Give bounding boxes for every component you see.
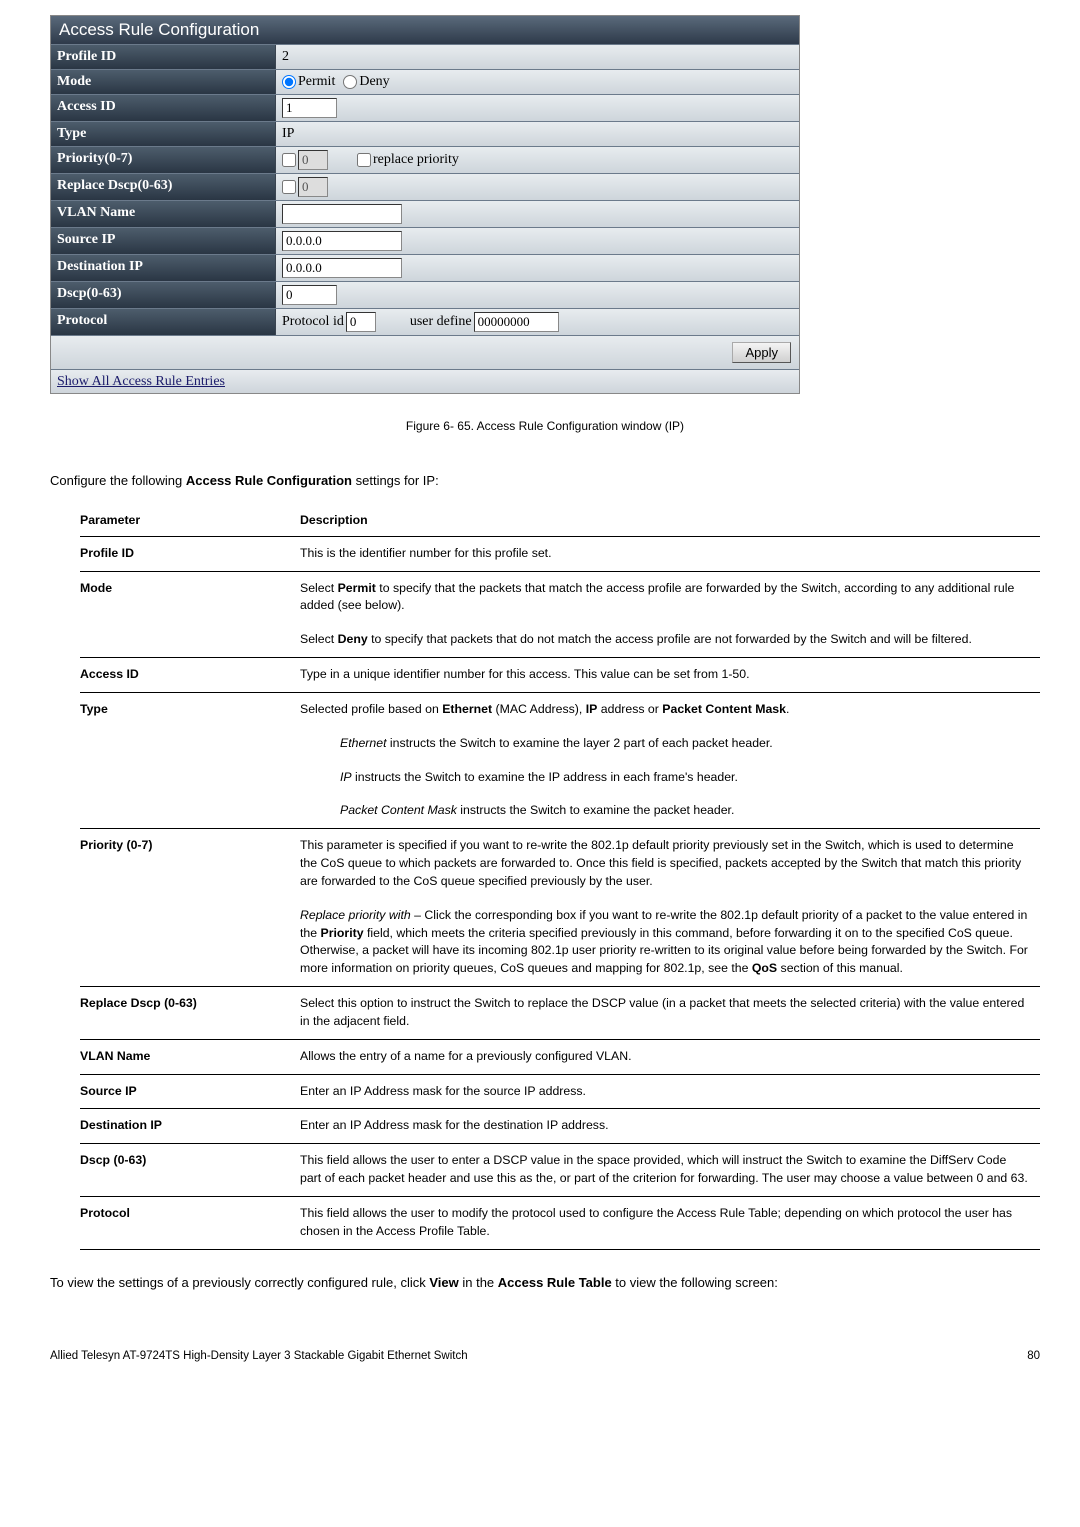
- show-all-link[interactable]: Show All Access Rule Entries: [57, 374, 225, 389]
- row-mode-desc2: Select Deny to specify that packets that…: [300, 623, 1040, 657]
- figure-caption: Figure 6- 65. Access Rule Configuration …: [50, 419, 1040, 433]
- row-priority-p2: Replace priority with – Click the corres…: [300, 899, 1040, 987]
- row-type-pc: Packet Content Mask instructs the Switch…: [300, 794, 1040, 828]
- row-mode-desc1: Select Permit to specify that the packet…: [300, 571, 1040, 623]
- dest-ip-label: Destination IP: [51, 255, 276, 281]
- user-define-text: user define: [410, 314, 472, 330]
- type-value: IP: [276, 122, 799, 146]
- footer-page-number: 80: [1027, 1350, 1040, 1362]
- row-type-eth: Ethernet instructs the Switch to examine…: [300, 727, 1040, 761]
- row-proto-desc: This field allows the user to modify the…: [300, 1196, 1040, 1249]
- user-define-input[interactable]: [474, 312, 559, 332]
- row-dscp-desc: This field allows the user to enter a DS…: [300, 1144, 1040, 1197]
- replace-dscp-input[interactable]: [298, 177, 328, 197]
- mode-deny-radio[interactable]: [343, 75, 357, 89]
- apply-button[interactable]: Apply: [732, 342, 791, 363]
- row-dst-label: Destination IP: [80, 1109, 300, 1144]
- source-ip-input[interactable]: [282, 231, 402, 251]
- row-dscp-label: Dscp (0-63): [80, 1144, 300, 1197]
- replace-priority-text: replace priority: [373, 152, 459, 168]
- priority-input[interactable]: [298, 150, 328, 170]
- intro-bold: Access Rule Configuration: [186, 473, 352, 488]
- row-src-desc: Enter an IP Address mask for the source …: [300, 1074, 1040, 1109]
- config-panel: Access Rule Configuration Profile ID 2 M…: [50, 15, 800, 394]
- row-profile-id-desc: This is the identifier number for this p…: [300, 536, 1040, 571]
- dscp-value: [276, 282, 799, 308]
- row-type-label: Type: [80, 692, 300, 726]
- deny-text: Deny: [359, 74, 389, 90]
- col-description: Description: [300, 506, 1040, 536]
- dest-ip-input[interactable]: [282, 258, 402, 278]
- access-id-value: [276, 95, 799, 121]
- permit-text: Permit: [298, 74, 335, 90]
- protocol-id-text: Protocol id: [282, 314, 344, 330]
- panel-header: Access Rule Configuration: [51, 16, 799, 44]
- protocol-id-input[interactable]: [346, 312, 376, 332]
- intro-text: Configure the following Access Rule Conf…: [50, 473, 1040, 488]
- footer-left: Allied Telesyn AT-9724TS High-Density La…: [50, 1350, 468, 1362]
- dest-ip-value: [276, 255, 799, 281]
- replace-priority-cb[interactable]: [357, 153, 371, 167]
- mode-label: Mode: [51, 70, 276, 94]
- mode-permit-radio[interactable]: [282, 75, 296, 89]
- intro-post: settings for IP:: [352, 473, 439, 488]
- vlan-value: [276, 201, 799, 227]
- intro-pre: Configure the following: [50, 473, 186, 488]
- mode-value: Permit Deny: [276, 70, 799, 94]
- row-priority-label: Priority (0-7): [80, 829, 300, 899]
- priority-value: replace priority: [276, 147, 799, 173]
- row-rdscp-desc: Select this option to instruct the Switc…: [300, 987, 1040, 1040]
- row-mode-label: Mode: [80, 571, 300, 623]
- row-priority-p1: This parameter is specified if you want …: [300, 829, 1040, 899]
- source-ip-value: [276, 228, 799, 254]
- row-proto-label: Protocol: [80, 1196, 300, 1249]
- dscp-input[interactable]: [282, 285, 337, 305]
- row-type-ip: IP instructs the Switch to examine the I…: [300, 761, 1040, 795]
- row-access-id-label: Access ID: [80, 658, 300, 693]
- protocol-label: Protocol: [51, 309, 276, 335]
- priority-label: Priority(0-7): [51, 147, 276, 173]
- parameter-table: Parameter Description Profile ID This is…: [80, 506, 1040, 1250]
- replace-dscp-value: [276, 174, 799, 200]
- profile-id-label: Profile ID: [51, 45, 276, 69]
- dscp-label: Dscp(0-63): [51, 282, 276, 308]
- col-parameter: Parameter: [80, 506, 300, 536]
- replace-dscp-label: Replace Dscp(0-63): [51, 174, 276, 200]
- row-rdscp-label: Replace Dscp (0-63): [80, 987, 300, 1040]
- row-profile-id-label: Profile ID: [80, 536, 300, 571]
- access-id-input[interactable]: [282, 98, 337, 118]
- priority-cb[interactable]: [282, 153, 296, 167]
- row-vlan-label: VLAN Name: [80, 1039, 300, 1074]
- row-access-id-desc: Type in a unique identifier number for t…: [300, 658, 1040, 693]
- vlan-input[interactable]: [282, 204, 402, 224]
- row-dst-desc: Enter an IP Address mask for the destina…: [300, 1109, 1040, 1144]
- vlan-label: VLAN Name: [51, 201, 276, 227]
- page-footer: Allied Telesyn AT-9724TS High-Density La…: [50, 1350, 1040, 1362]
- protocol-value: Protocol id user define: [276, 309, 799, 335]
- row-vlan-desc: Allows the entry of a name for a previou…: [300, 1039, 1040, 1074]
- access-id-label: Access ID: [51, 95, 276, 121]
- source-ip-label: Source IP: [51, 228, 276, 254]
- type-label: Type: [51, 122, 276, 146]
- row-src-label: Source IP: [80, 1074, 300, 1109]
- profile-id-value: 2: [276, 45, 799, 69]
- row-type-desc: Selected profile based on Ethernet (MAC …: [300, 692, 1040, 726]
- replace-dscp-cb[interactable]: [282, 180, 296, 194]
- outro-text: To view the settings of a previously cor…: [50, 1275, 1040, 1290]
